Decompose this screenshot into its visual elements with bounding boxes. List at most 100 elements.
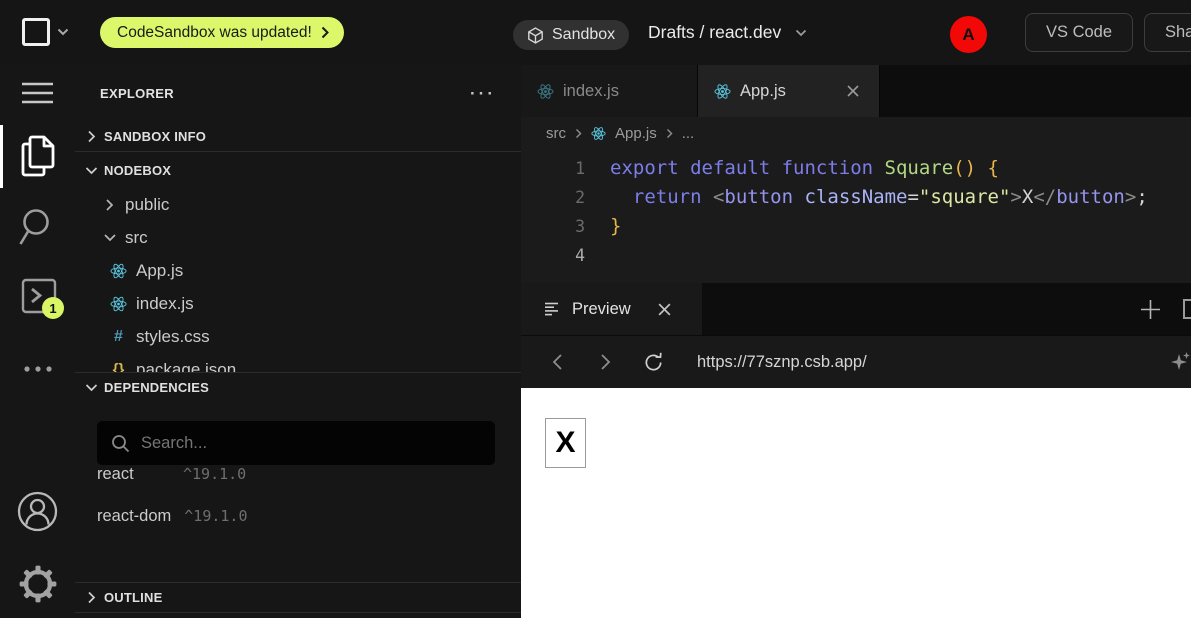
back-icon[interactable] (533, 353, 581, 371)
tab-index-js[interactable]: index.js (521, 65, 698, 117)
tab-preview[interactable]: Preview (521, 283, 702, 335)
dependency-version: ^19.1.0 (184, 507, 247, 525)
activity-bar: 1 (0, 65, 75, 618)
explorer-header: EXPLORER ··· (75, 65, 521, 110)
tree-item-index-js[interactable]: index.js (75, 287, 521, 320)
section-nodebox-label: NODEBOX (104, 163, 171, 178)
breadcrumb-folder[interactable]: src (546, 125, 566, 142)
search-icon[interactable] (19, 207, 57, 247)
preview-url[interactable]: https://77sznp.csb.app/ (697, 353, 867, 372)
outline-section: OUTLINE (75, 582, 521, 613)
tree-item-src[interactable]: src (75, 221, 521, 254)
section-sandbox-info-label: SANDBOX INFO (104, 129, 206, 144)
editor-column: index.js App.js src App.js ... 1 export … (521, 65, 1191, 618)
explorer-files-icon[interactable] (18, 133, 58, 179)
explorer-panel: EXPLORER ··· SANDBOX INFO NODEBOX public (75, 65, 521, 618)
react-file-icon (110, 262, 127, 280)
code-text (585, 241, 610, 270)
sandbox-badge-label: Sandbox (552, 26, 615, 44)
chevron-right-icon (321, 26, 329, 39)
line-number: 3 (521, 212, 585, 241)
chevron-right-icon (81, 591, 101, 604)
dependency-search-box (97, 421, 495, 465)
top-bar: CodeSandbox was updated! Sandbox Drafts … (0, 0, 1191, 65)
update-banner-label: CodeSandbox was updated! (117, 24, 312, 42)
tab-app-js[interactable]: App.js (698, 65, 880, 117)
react-file-icon (714, 83, 731, 100)
tree-item-label: App.js (136, 261, 183, 281)
share-button[interactable]: Share (1144, 13, 1191, 52)
editor-breadcrumb: src App.js ... (521, 117, 1191, 150)
preview-list-icon (545, 302, 561, 316)
add-pane-icon[interactable] (1140, 299, 1161, 320)
square-x-button[interactable]: X (545, 418, 586, 468)
close-icon[interactable] (843, 81, 863, 101)
chevron-right-icon (101, 198, 118, 212)
tree-item-public[interactable]: public (75, 188, 521, 221)
divider (75, 612, 521, 613)
vscode-button[interactable]: VS Code (1025, 13, 1133, 52)
dependency-name: react-dom (97, 507, 171, 526)
sandbox-type-badge[interactable]: Sandbox (513, 20, 629, 50)
account-icon[interactable] (17, 491, 58, 532)
codesandbox-logo-icon[interactable] (22, 18, 50, 46)
section-sandbox-info[interactable]: SANDBOX INFO (75, 122, 521, 150)
dependency-row-react-dom[interactable]: react-dom ^19.1.0 (75, 507, 521, 529)
section-outline-label: OUTLINE (104, 590, 162, 605)
breadcrumb-file[interactable]: App.js (615, 125, 657, 142)
code-line: 3 } (521, 212, 1191, 241)
code-editor[interactable]: 1 export default function Square() { 2 r… (521, 150, 1191, 283)
chevron-right-icon (575, 128, 582, 139)
terminal-badge-count: 1 (49, 301, 56, 316)
tab-label: App.js (740, 82, 786, 101)
tree-item-label: public (125, 195, 169, 215)
css-file-icon: # (110, 328, 127, 346)
tab-label: index.js (563, 82, 619, 101)
section-nodebox[interactable]: NODEBOX (75, 156, 521, 184)
preview-url-bar: https://77sznp.csb.app/ (521, 335, 1191, 388)
react-file-icon (537, 83, 554, 100)
codesandbox-window: CodeSandbox was updated! Sandbox Drafts … (0, 0, 1191, 618)
section-dependencies[interactable]: DEPENDENCIES (75, 373, 521, 401)
chevron-down-icon (81, 166, 101, 175)
code-text: } (585, 212, 621, 241)
active-view-indicator (0, 125, 3, 188)
refresh-icon[interactable] (629, 352, 677, 373)
section-dependencies-label: DEPENDENCIES (104, 380, 209, 395)
layout-icon[interactable] (1183, 299, 1191, 319)
dependency-row-react[interactable]: react ^19.1.0 (75, 465, 521, 487)
dependency-search-input[interactable] (141, 434, 481, 453)
code-line: 1 export default function Square() { (521, 154, 1191, 183)
tree-item-app-js[interactable]: App.js (75, 254, 521, 287)
workspace-chevron-down-icon[interactable] (57, 28, 69, 36)
tree-item-styles-css[interactable]: # styles.css (75, 320, 521, 353)
react-file-icon (591, 126, 606, 141)
code-line: 2 return <button className="square">X</b… (521, 183, 1191, 212)
preview-tab-bar: Preview (521, 283, 1191, 335)
editor-tab-bar: index.js App.js (521, 65, 1191, 117)
update-banner[interactable]: CodeSandbox was updated! (100, 17, 344, 48)
project-breadcrumb[interactable]: Drafts / react.dev (648, 0, 807, 65)
explorer-more-icon[interactable]: ··· (470, 89, 496, 99)
forward-icon[interactable] (581, 353, 629, 371)
project-breadcrumb-label: Drafts / react.dev (648, 22, 781, 43)
chevron-right-icon (81, 130, 101, 143)
search-icon (111, 434, 130, 453)
square-button-label: X (555, 426, 575, 460)
chevron-right-icon (666, 128, 673, 139)
code-text: return <button className="square">X</but… (585, 183, 1148, 212)
section-outline[interactable]: OUTLINE (75, 583, 521, 612)
breadcrumb-symbol-more[interactable]: ... (682, 125, 695, 142)
cube-icon (527, 27, 544, 44)
dependency-name: react (97, 465, 170, 484)
avatar[interactable]: A (950, 16, 987, 53)
vscode-button-label: VS Code (1046, 23, 1112, 42)
close-icon[interactable] (654, 299, 675, 320)
preview-tab-label: Preview (572, 300, 631, 319)
more-actions-icon[interactable] (23, 365, 53, 373)
settings-gear-icon[interactable] (19, 565, 57, 603)
menu-hamburger-icon[interactable] (22, 82, 53, 104)
code-text: export default function Square() { (585, 154, 999, 183)
preview-viewport: X (521, 388, 1191, 618)
sparkle-icon[interactable] (1171, 350, 1191, 374)
